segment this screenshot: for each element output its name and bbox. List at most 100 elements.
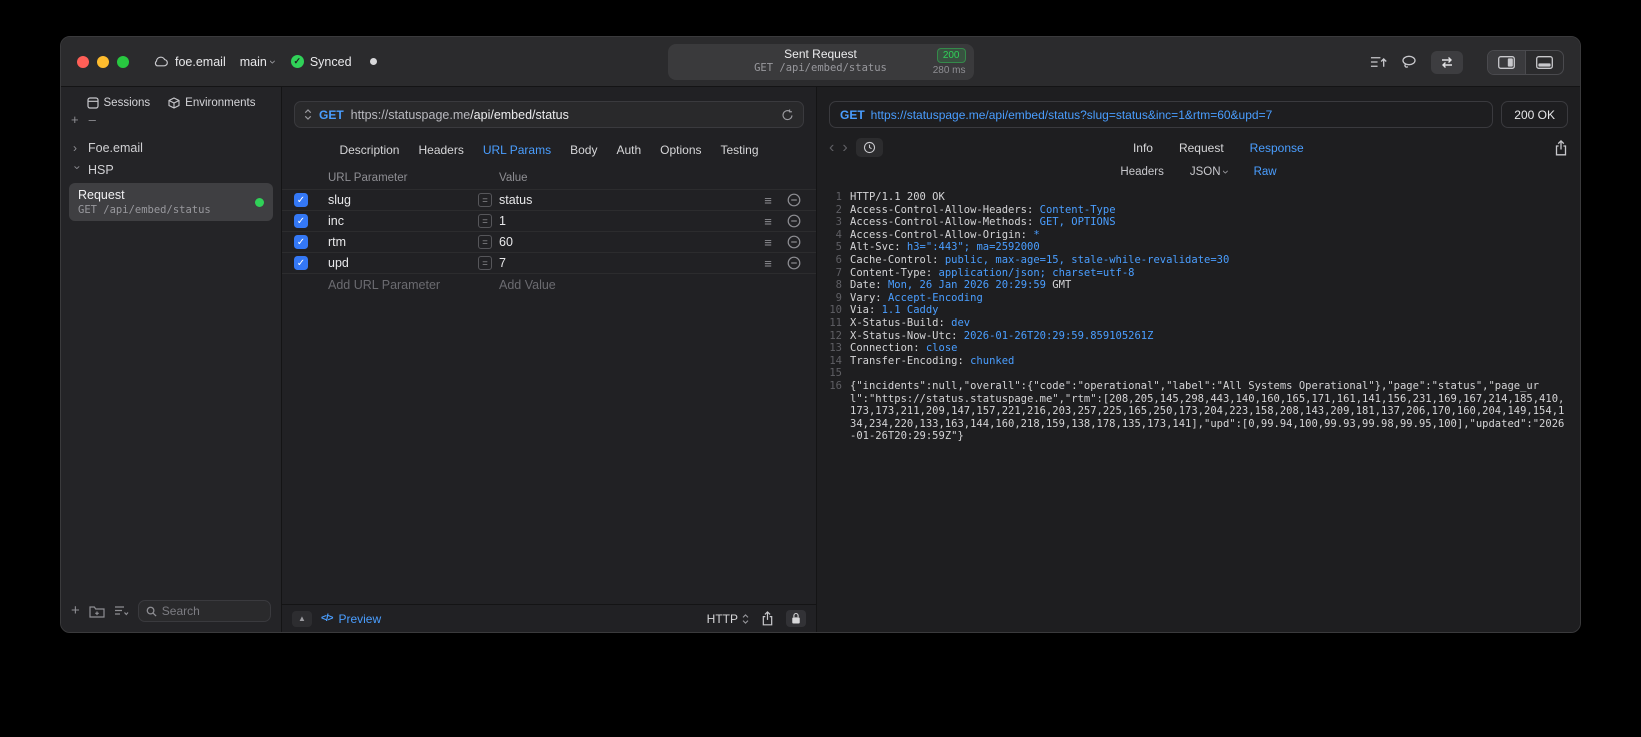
row-menu-icon[interactable]: ≡ [756, 214, 780, 229]
layout-toggle-group [1487, 49, 1564, 75]
tab-response[interactable]: Response [1250, 141, 1304, 155]
line-number: 5 [835, 241, 842, 254]
new-folder-icon[interactable] [89, 605, 105, 618]
protocol-selector[interactable]: HTTP [707, 612, 749, 626]
layout-bottom-panel-icon[interactable] [1525, 50, 1563, 74]
equals-icon: = [478, 235, 492, 249]
add-item-button[interactable]: + [71, 113, 79, 126]
add-param-placeholder[interactable]: Add URL Parameter [328, 278, 478, 292]
remove-row-icon[interactable] [780, 256, 808, 270]
traffic-lights [77, 55, 129, 68]
remove-row-icon[interactable] [780, 193, 808, 207]
history-clock-icon[interactable] [855, 138, 883, 157]
main-area: Sessions Environments + – › Foe.email › … [61, 87, 1580, 632]
sync-status[interactable]: ✓ Synced [290, 55, 352, 69]
row-menu-icon[interactable]: ≡ [756, 193, 780, 208]
subtab-headers[interactable]: Headers [1120, 166, 1163, 178]
layout-right-panel-icon[interactable] [1488, 50, 1525, 74]
lock-icon[interactable] [786, 610, 806, 627]
share-icon[interactable] [761, 611, 774, 626]
history-back-icon[interactable]: ‹ [829, 139, 834, 156]
request-url-host[interactable]: https://statuspage.me [351, 108, 471, 122]
param-value[interactable]: 60 [499, 235, 513, 249]
tree-item-hsp[interactable]: › HSP [67, 159, 275, 181]
param-value-cell[interactable]: = 1 [478, 214, 756, 228]
param-value-cell[interactable]: = 7 [478, 256, 756, 270]
request-order-icon[interactable] [1370, 55, 1387, 69]
tab-info[interactable]: Info [1133, 141, 1153, 155]
response-url-bar[interactable]: GET https://statuspage.me/api/embed/stat… [829, 101, 1494, 128]
minimize-button[interactable] [97, 55, 109, 68]
row-menu-icon[interactable]: ≡ [756, 256, 780, 271]
remove-row-icon[interactable] [780, 235, 808, 249]
fullscreen-button[interactable] [117, 55, 129, 68]
add-param-row[interactable]: Add URL Parameter Add Value [282, 274, 816, 296]
param-name[interactable]: slug [328, 193, 478, 207]
tab-auth[interactable]: Auth [616, 143, 641, 157]
tab-description[interactable]: Description [339, 143, 399, 157]
tab-environments[interactable]: Environments [168, 97, 255, 109]
tab-body[interactable]: Body [570, 143, 597, 157]
param-name[interactable]: inc [328, 214, 478, 228]
line-number: 15 [829, 367, 842, 380]
expand-panel-button[interactable]: ▲ [292, 610, 312, 627]
branch-selector[interactable]: main › [240, 55, 280, 69]
code-line: 14 Transfer-Encoding: chunked [825, 355, 1570, 368]
close-button[interactable] [77, 55, 89, 68]
search-field[interactable] [137, 600, 271, 622]
remove-row-icon[interactable] [780, 214, 808, 228]
project-switcher[interactable]: foe.email [153, 55, 226, 69]
sidebar: Sessions Environments + – › Foe.email › … [61, 87, 282, 632]
history-forward-icon[interactable]: › [842, 139, 847, 156]
sent-request-capsule[interactable]: Sent Request GET /api/embed/status 200 2… [667, 44, 974, 80]
add-request-button[interactable]: + [71, 603, 80, 618]
sync-commit-icon[interactable] [1431, 50, 1463, 74]
capsule-title: Sent Request [784, 47, 857, 61]
response-body[interactable]: 1 HTTP/1.1 200 OK 2 Access-Control-Allow-He… [817, 184, 1580, 632]
tab-request[interactable]: Request [1179, 141, 1224, 155]
sort-filter-icon[interactable] [114, 605, 129, 617]
param-checkbox[interactable]: ✓ [294, 256, 308, 270]
request-list-item-selected[interactable]: Request GET /api/embed/status [69, 183, 273, 221]
remove-item-button[interactable]: – [89, 113, 96, 126]
param-value[interactable]: 1 [499, 214, 506, 228]
line-text: Content-Type: application/json; charset=… [850, 266, 1135, 279]
param-checkbox[interactable]: ✓ [294, 193, 308, 207]
resend-request-icon[interactable] [781, 108, 794, 122]
lasso-icon[interactable] [1401, 55, 1417, 69]
line-text: Via: 1.1 Caddy [850, 304, 939, 317]
equals-icon: = [478, 193, 492, 207]
tree-item-foe-email[interactable]: › Foe.email [67, 137, 275, 159]
param-name[interactable]: upd [328, 256, 478, 270]
param-value-cell[interactable]: = 60 [478, 235, 756, 249]
tab-url-params[interactable]: URL Params [483, 143, 551, 157]
tab-sessions[interactable]: Sessions [86, 97, 150, 109]
param-checkbox[interactable]: ✓ [294, 235, 308, 249]
row-menu-icon[interactable]: ≡ [756, 235, 780, 250]
subtab-raw[interactable]: Raw [1254, 166, 1277, 178]
code-line: 9 Vary: Accept-Encoding [825, 292, 1570, 305]
code-line: 12 X-Status-Now-Utc: 2026-01-26T20:29:59.… [825, 330, 1570, 343]
param-checkbox[interactable]: ✓ [294, 214, 308, 228]
add-value-placeholder[interactable]: Add Value [478, 278, 756, 292]
tab-options[interactable]: Options [660, 143, 701, 157]
request-url-path[interactable]: /api/embed/status [470, 108, 569, 122]
request-url-bar[interactable]: GET https://statuspage.me/api/embed/stat… [294, 101, 804, 128]
method-selector-icon[interactable] [304, 109, 312, 120]
param-row-inc: ✓ inc = 1 ≡ [282, 211, 816, 232]
param-value[interactable]: status [499, 193, 532, 207]
preview-button[interactable]: </> Preview [321, 612, 381, 626]
subtab-json[interactable]: JSON › [1190, 166, 1233, 178]
request-method[interactable]: GET [319, 108, 344, 122]
param-value-cell[interactable]: = status [478, 193, 756, 207]
param-value[interactable]: 7 [499, 256, 506, 270]
tab-testing[interactable]: Testing [721, 143, 759, 157]
export-response-icon[interactable] [1554, 139, 1568, 156]
line-text: Access-Control-Allow-Origin: * [850, 228, 1040, 241]
param-name[interactable]: rtm [328, 235, 478, 249]
sessions-tree: › Foe.email › HSP Request GET /api/embed… [61, 129, 281, 221]
equals-icon: = [478, 214, 492, 228]
tab-headers[interactable]: Headers [418, 143, 463, 157]
line-text [850, 367, 1570, 380]
search-input[interactable] [161, 604, 263, 618]
